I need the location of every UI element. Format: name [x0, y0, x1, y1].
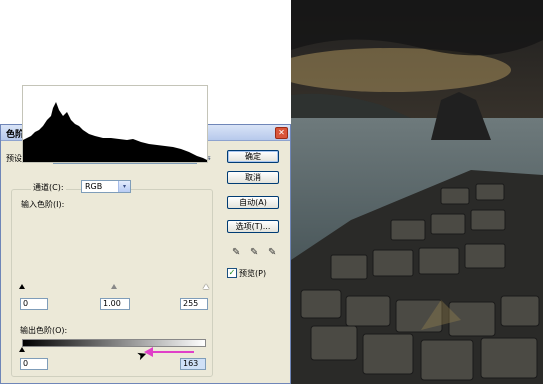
coastal-photo — [291, 0, 543, 384]
output-black-handle[interactable] — [19, 347, 25, 352]
channel-select[interactable]: RGB ▾ — [81, 180, 131, 193]
black-eyedropper-icon[interactable]: ✎ — [232, 247, 240, 258]
cancel-button[interactable]: 取消 — [227, 171, 279, 184]
options-button[interactable]: 选项(T)... — [227, 220, 279, 233]
input-levels-label: 输入色阶(I): — [21, 200, 65, 209]
preview-checkbox[interactable]: ✓ — [227, 268, 237, 278]
input-black-field[interactable]: 0 — [20, 298, 48, 310]
preview-label: 预览(P) — [239, 269, 267, 278]
histogram-graph — [23, 102, 207, 162]
ok-button[interactable]: 确定 — [227, 150, 279, 163]
output-black-field[interactable]: 0 — [20, 358, 48, 370]
histogram — [22, 85, 208, 163]
auto-button[interactable]: 自动(A) — [227, 196, 279, 209]
output-gradient — [22, 339, 206, 347]
channel-label: 通道(C): — [31, 182, 66, 193]
output-levels-label: 输出色阶(O): — [20, 326, 68, 335]
chevron-down-icon: ▾ — [118, 181, 130, 192]
pointer-arrow-icon — [144, 347, 194, 357]
channel-value: RGB — [85, 182, 103, 191]
output-white-field[interactable]: 163 — [180, 358, 206, 370]
gamma-handle[interactable] — [111, 284, 117, 289]
white-eyedropper-icon[interactable]: ✎ — [268, 247, 276, 258]
close-button[interactable]: ✕ — [275, 127, 288, 139]
input-gamma-field[interactable]: 1.00 — [100, 298, 130, 310]
white-point-handle[interactable] — [203, 284, 209, 289]
input-slider[interactable] — [19, 284, 209, 290]
input-white-field[interactable]: 255 — [180, 298, 208, 310]
gray-eyedropper-icon[interactable]: ✎ — [250, 247, 258, 258]
black-point-handle[interactable] — [19, 284, 25, 289]
